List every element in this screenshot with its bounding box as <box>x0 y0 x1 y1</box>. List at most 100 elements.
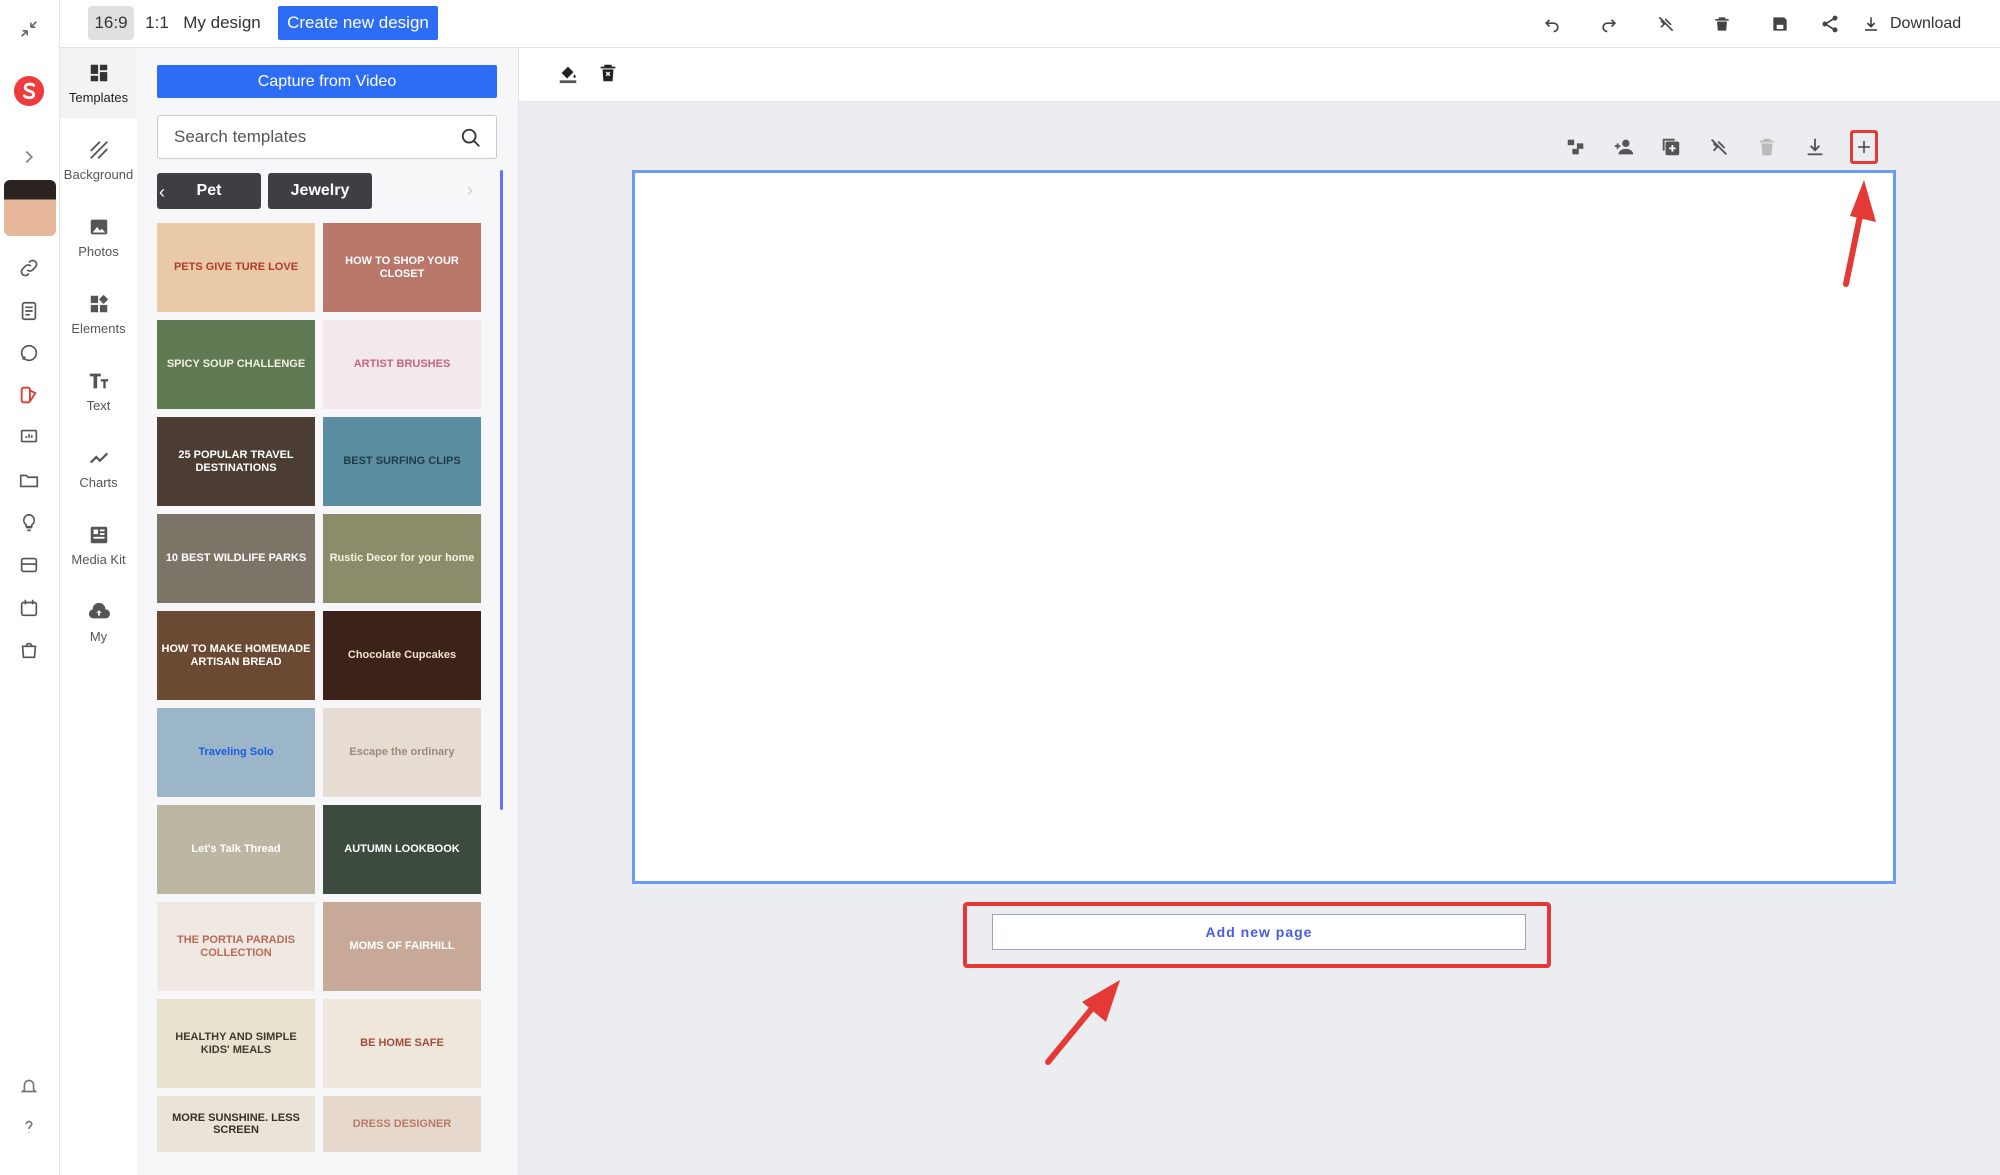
tool-label: Background <box>63 166 134 182</box>
download-label: Download <box>1890 15 1962 32</box>
delete-page-icon[interactable] <box>1754 134 1780 160</box>
template-title: MORE SUNSHINE. LESS SCREEN <box>172 1111 300 1136</box>
chat-icon[interactable] <box>16 340 42 366</box>
template-card[interactable]: Rustic Decor for your home <box>323 514 481 603</box>
tool-elements[interactable]: Elements <box>60 279 137 349</box>
elements-icon <box>90 294 108 312</box>
template-title: Traveling Solo <box>198 746 274 759</box>
tool-label: Media Kit <box>71 551 126 567</box>
design-tool-icon[interactable] <box>16 382 42 408</box>
template-card[interactable]: ARTIST BRUSHES <box>323 320 481 409</box>
tools-sidebar: Templates Background Photos Elements Tex… <box>60 48 137 1175</box>
media-kit-icon <box>90 526 107 543</box>
calendar-icon[interactable] <box>16 595 42 621</box>
help-icon[interactable] <box>16 1114 42 1140</box>
expand-chevron-icon[interactable] <box>16 144 42 170</box>
design-canvas[interactable] <box>632 170 1896 884</box>
create-new-design-button[interactable]: Create new design <box>278 6 438 40</box>
tool-media-kit[interactable]: Media Kit <box>60 510 137 580</box>
template-title: Chocolate Cupcakes <box>347 649 457 662</box>
hide-icon[interactable] <box>1654 12 1678 36</box>
template-card[interactable]: PETS GIVE TURE LOVE <box>157 223 315 312</box>
template-title: Escape the ordinary <box>349 746 455 759</box>
fill-color-icon[interactable] <box>557 62 581 86</box>
lightbulb-icon[interactable] <box>16 510 42 536</box>
download-button[interactable]: Download <box>1862 10 1961 38</box>
template-card[interactable]: Let's Talk Thread <box>157 805 315 894</box>
template-title: HEALTHY AND SIMPLE KIDS' MEALS <box>175 1031 297 1056</box>
bell-icon[interactable] <box>16 1073 42 1099</box>
redo-icon[interactable] <box>1597 12 1621 36</box>
add-collaborator-icon[interactable] <box>1611 134 1637 160</box>
template-card[interactable]: Traveling Solo <box>157 708 315 797</box>
link-icon[interactable] <box>16 255 42 281</box>
folder-icon[interactable] <box>16 467 42 493</box>
panel-scrollbar[interactable] <box>500 170 503 810</box>
collapse-icon[interactable] <box>16 16 42 42</box>
presentation-icon[interactable] <box>16 424 42 450</box>
photos-icon <box>90 219 107 234</box>
category-chip-jewelry[interactable]: Jewelry <box>268 173 372 209</box>
template-title: SPICY SOUP CHALLENGE <box>166 358 306 371</box>
top-bar: 16:9 1:1 My design Create new design Dow… <box>60 0 2000 48</box>
delete-icon[interactable] <box>1710 12 1734 36</box>
template-title: BEST SURFING CLIPS <box>343 455 461 468</box>
my-design-button[interactable]: My design <box>182 6 262 40</box>
ratio-16-9-button[interactable]: 16:9 <box>88 6 134 40</box>
download-page-icon[interactable] <box>1802 134 1828 160</box>
category-chip-pet[interactable]: Pet <box>157 173 261 209</box>
duplicate-page-icon[interactable] <box>1658 134 1684 160</box>
save-icon[interactable] <box>1768 12 1792 36</box>
search-icon[interactable] <box>460 127 482 149</box>
capture-from-video-button[interactable]: Capture from Video <box>157 65 497 98</box>
upload-cloud-icon <box>88 602 110 618</box>
template-card[interactable]: 25 POPULAR TRAVEL DESTINATIONS <box>157 417 315 506</box>
tool-label: Photos <box>78 243 119 259</box>
search-templates-input[interactable]: Search templates <box>157 115 497 159</box>
template-card[interactable]: Chocolate Cupcakes <box>323 611 481 700</box>
template-title: HOW TO MAKE HOMEMADE ARTISAN BREAD <box>161 643 311 668</box>
tool-templates[interactable]: Templates <box>60 48 137 118</box>
template-title: BE HOME SAFE <box>360 1037 444 1050</box>
template-card[interactable]: AUTUMN LOOKBOOK <box>323 805 481 894</box>
tool-label: Charts <box>79 474 118 490</box>
add-page-plus-button[interactable] <box>1850 130 1878 164</box>
template-card[interactable]: THE PORTIA PARADIS COLLECTION <box>157 902 315 991</box>
avatar[interactable] <box>4 180 56 236</box>
template-card[interactable]: Escape the ordinary <box>323 708 481 797</box>
template-card[interactable]: HOW TO MAKE HOMEMADE ARTISAN BREAD <box>157 611 315 700</box>
document-icon[interactable] <box>16 298 42 324</box>
undo-icon[interactable] <box>1540 12 1564 36</box>
template-card[interactable]: 10 BEST WILDLIFE PARKS <box>157 514 315 603</box>
layers-icon[interactable] <box>1563 134 1589 160</box>
shop-icon[interactable] <box>16 637 42 663</box>
tool-background[interactable]: Background <box>60 125 137 195</box>
template-card[interactable]: DRESS DESIGNER <box>323 1096 481 1152</box>
ratio-1-1-button[interactable]: 1:1 <box>142 6 172 40</box>
template-card[interactable]: MORE SUNSHINE. LESS SCREEN <box>157 1096 315 1152</box>
chevron-right-icon[interactable]: › <box>467 180 473 201</box>
plus-icon <box>1858 141 1870 153</box>
template-card[interactable]: HEALTHY AND SIMPLE KIDS' MEALS <box>157 999 315 1088</box>
archive-icon[interactable] <box>16 552 42 578</box>
template-card[interactable]: HOW TO SHOP YOUR CLOSET <box>323 223 481 312</box>
tool-photos[interactable]: Photos <box>60 202 137 272</box>
template-card[interactable]: MOMS OF FAIRHILL <box>323 902 481 991</box>
app-logo-icon <box>12 74 46 108</box>
search-placeholder: Search templates <box>174 127 307 146</box>
template-card[interactable]: SPICY SOUP CHALLENGE <box>157 320 315 409</box>
template-title: DRESS DESIGNER <box>352 1117 452 1130</box>
add-new-page-button[interactable]: Add new page <box>992 914 1526 950</box>
tool-text[interactable]: Text <box>60 356 137 426</box>
tool-charts[interactable]: Charts <box>60 433 137 503</box>
chevron-left-icon[interactable]: ‹ <box>159 182 165 203</box>
template-card[interactable]: BEST SURFING CLIPS <box>323 417 481 506</box>
tool-my[interactable]: My <box>60 587 137 657</box>
share-icon[interactable] <box>1818 12 1842 36</box>
template-title: THE PORTIA PARADIS COLLECTION <box>177 934 295 959</box>
hide-page-icon[interactable] <box>1706 134 1732 160</box>
template-card[interactable]: BE HOME SAFE <box>323 999 481 1088</box>
template-title: 10 BEST WILDLIFE PARKS <box>165 552 307 565</box>
trash-icon[interactable] <box>597 62 621 86</box>
left-rail <box>0 0 60 1175</box>
